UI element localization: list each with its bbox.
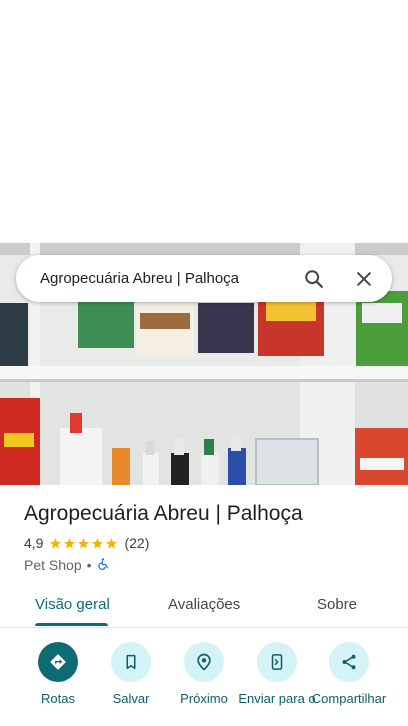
tab-about[interactable]: Sobre <box>317 596 357 613</box>
nearby-label: Próximo <box>180 691 228 706</box>
bookmark-icon <box>111 642 151 682</box>
send-to-phone-label: Enviar para o <box>238 691 316 706</box>
nearby-button[interactable]: Próximo <box>164 642 244 706</box>
directions-button[interactable]: Rotas <box>18 642 98 706</box>
active-tab-indicator <box>35 623 108 626</box>
star-icon <box>106 537 118 548</box>
place-category: Pet Shop <box>24 557 82 573</box>
place-title: Agropecuária Abreu | Palhoça <box>24 502 303 525</box>
rating-row[interactable]: 4,9 (22) <box>24 534 394 552</box>
star-icon <box>64 537 76 548</box>
search-icon[interactable] <box>296 261 332 297</box>
directions-label: Rotas <box>41 691 75 706</box>
nearby-icon <box>184 642 224 682</box>
star-rating <box>49 537 119 550</box>
directions-icon <box>38 642 78 682</box>
separator-dot: • <box>86 557 92 573</box>
star-icon <box>92 537 104 548</box>
star-icon <box>50 537 62 548</box>
map-area-blank <box>0 0 408 243</box>
tab-overview[interactable]: Visão geral <box>35 596 110 613</box>
close-icon[interactable] <box>346 261 382 297</box>
send-to-phone-icon <box>257 642 297 682</box>
rating-value: 4,9 <box>24 535 44 551</box>
wheelchair-accessible-icon <box>97 557 110 574</box>
place-tabs: Visão geral Avaliações Sobre <box>0 585 408 628</box>
send-to-phone-button[interactable]: Enviar para o <box>237 642 317 706</box>
save-button[interactable]: Salvar <box>91 642 171 706</box>
star-icon <box>78 537 90 548</box>
share-label: Compartilhar <box>311 691 387 706</box>
review-count: (22) <box>124 535 150 551</box>
category-row: Pet Shop • <box>24 556 394 574</box>
search-bar[interactable]: Agropecuária Abreu | Palhoça <box>16 255 392 302</box>
search-input[interactable]: Agropecuária Abreu | Palhoça <box>16 270 296 287</box>
share-button[interactable]: Compartilhar <box>309 642 389 706</box>
action-bar: Rotas Salvar Próximo Enviar para o Compa… <box>0 642 408 726</box>
share-icon <box>329 642 369 682</box>
tab-reviews[interactable]: Avaliações <box>168 596 240 613</box>
place-info: Agropecuária Abreu | Palhoça 4,9 (22) Pe… <box>24 500 394 574</box>
save-label: Salvar <box>112 691 150 706</box>
